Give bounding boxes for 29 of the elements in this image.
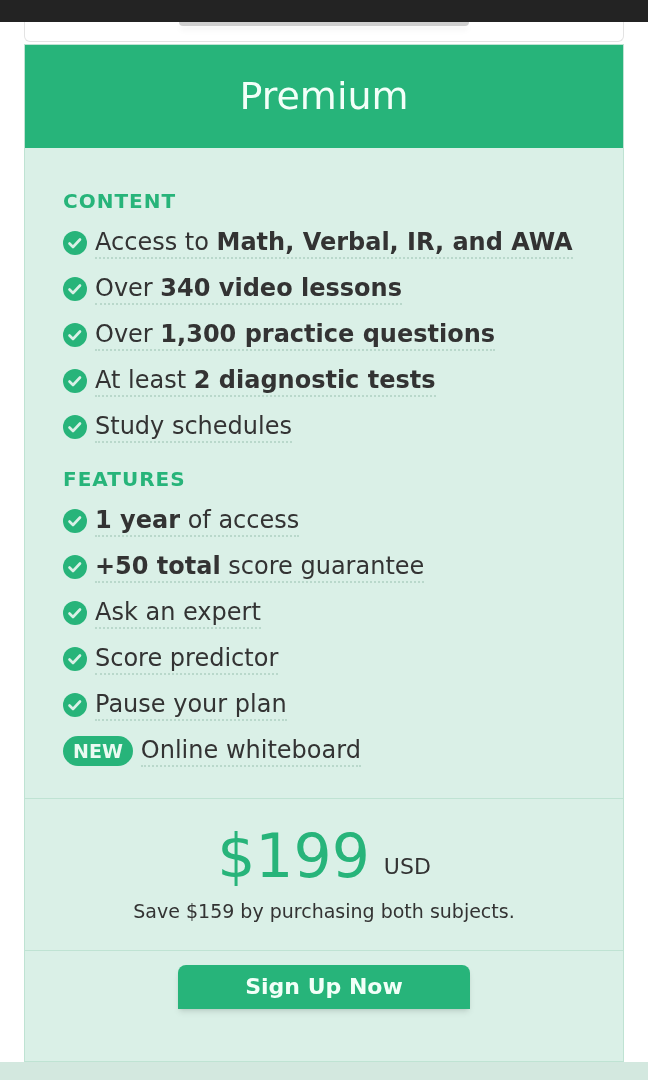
new-badge: NEW — [63, 736, 133, 766]
feature-text: Over 1,300 practice questions — [95, 319, 495, 351]
savings-note: Save $159 by purchasing both subjects. — [133, 899, 515, 924]
check-circle-icon — [63, 415, 87, 439]
plan-title: Premium — [25, 45, 623, 148]
check-circle-icon — [63, 601, 87, 625]
feature-text: Access to Math, Verbal, IR, and AWA — [95, 227, 573, 259]
check-circle-icon — [63, 369, 87, 393]
sign-up-button[interactable]: Sign Up Now — [178, 964, 470, 1009]
check-circle-icon — [63, 509, 87, 533]
section-heading: FEATURES — [63, 466, 187, 493]
feature-text: Online whiteboard — [140, 735, 361, 767]
feature-text: Pause your plan — [95, 689, 287, 721]
feature-text: 1 year of access — [95, 505, 300, 537]
feature-text: Over 340 video lessons — [95, 273, 402, 305]
feature-text: +50 total score guarantee — [95, 551, 425, 583]
check-circle-icon — [63, 323, 87, 347]
check-circle-icon — [63, 647, 87, 671]
check-circle-icon — [63, 231, 87, 255]
section-heading: CONTENT — [63, 188, 178, 215]
check-circle-icon — [63, 693, 87, 717]
currency: USD — [383, 853, 431, 881]
feature-text: Ask an expert — [95, 597, 261, 629]
check-circle-icon — [63, 277, 87, 301]
check-circle-icon — [63, 555, 87, 579]
feature-text: Score predictor — [95, 643, 279, 675]
feature-text: Study schedules — [95, 411, 292, 443]
price: $199 — [217, 823, 370, 889]
feature-text: At least 2 diagnostic tests — [95, 365, 436, 397]
